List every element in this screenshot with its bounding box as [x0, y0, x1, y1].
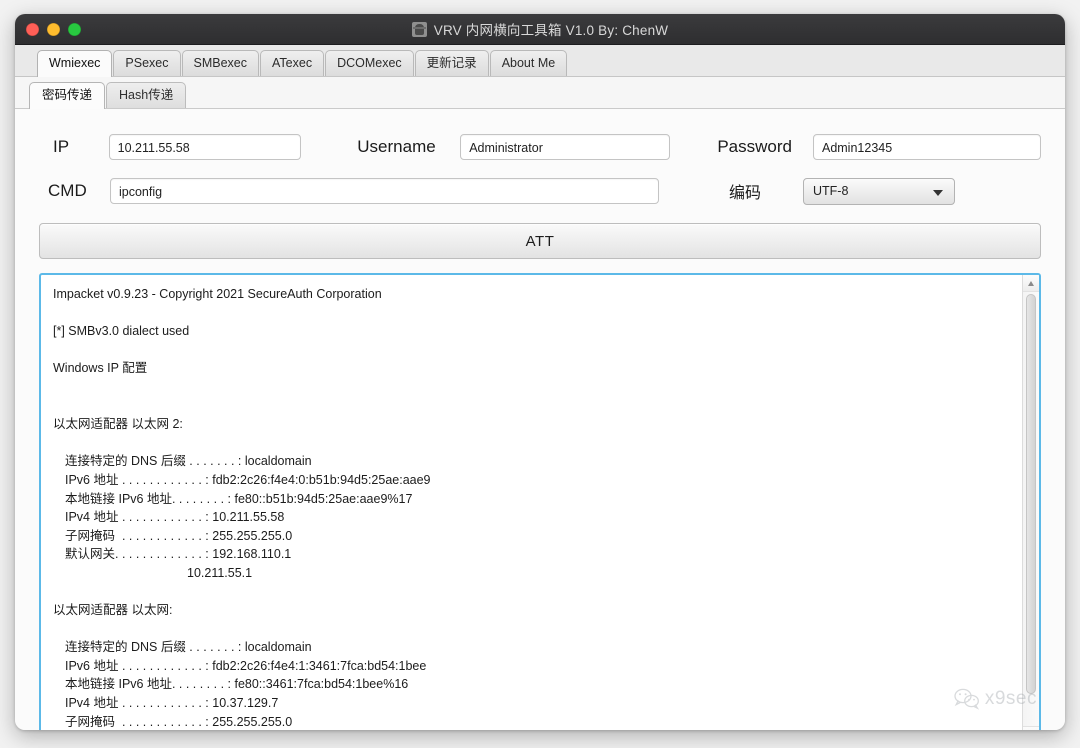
scrollbar-track[interactable] — [1023, 292, 1039, 726]
encoding-selected-value: UTF-8 — [813, 183, 849, 198]
tab-about-me[interactable]: About Me — [489, 50, 568, 76]
console-output-panel: Impacket v0.9.23 - Copyright 2021 Secure… — [39, 273, 1041, 730]
title-bar-center: VRV 内网横向工具箱 V1.0 By: ChenW — [15, 19, 1065, 39]
password-label: Password — [717, 137, 792, 156]
title-bar: VRV 内网横向工具箱 V1.0 By: ChenW — [15, 14, 1065, 45]
ip-label: IP — [53, 137, 70, 156]
app-icon — [411, 21, 427, 37]
sub-tab-bar: 密码传递 Hash传递 — [15, 77, 1065, 109]
tab-wmiexec[interactable]: Wmiexec — [37, 50, 113, 77]
ip-input[interactable]: 10.211.55.58 — [108, 134, 301, 160]
tab-smbexec[interactable]: SMBexec — [181, 50, 259, 76]
close-button[interactable] — [26, 22, 39, 36]
tab-atexec[interactable]: ATexec — [260, 50, 325, 76]
console-output-text[interactable]: Impacket v0.9.23 - Copyright 2021 Secure… — [41, 275, 1021, 730]
console-line: Impacket v0.9.23 - Copyright 2021 Secure… — [53, 287, 382, 301]
attack-button[interactable]: ATT — [39, 223, 1041, 259]
username-label: Username — [357, 137, 436, 156]
encoding-select[interactable]: UTF-8 — [803, 177, 955, 205]
console-line: 默认网关. . . . . . . . . . . . . : 192.168.… — [65, 547, 292, 562]
console-line: IPv6 地址 . . . . . . . . . . . . : fdb2:2… — [65, 658, 427, 673]
console-line: 本地链接 IPv6 地址. . . . . . . . : fe80::b51b… — [65, 491, 413, 506]
scrollbar-thumb[interactable] — [1026, 294, 1036, 694]
console-line: 以太网适配器 以太网 2: — [53, 417, 183, 432]
tab-psexec[interactable]: PSexec — [113, 50, 181, 76]
screenshot-root: VRV 内网横向工具箱 V1.0 By: ChenW Wmiexec PSexe… — [0, 0, 1080, 748]
form-row-command: CMD ipconfig 编码 UTF-8 — [39, 169, 1041, 213]
chevron-down-icon — [933, 189, 943, 196]
encoding-label: 编码 — [728, 185, 761, 202]
password-input[interactable]: Admin12345 — [812, 134, 1042, 160]
console-line: IPv6 地址 . . . . . . . . . . . . : fdb2:2… — [65, 472, 431, 487]
subtab-password-auth[interactable]: 密码传递 — [29, 82, 106, 109]
cmd-label: CMD — [48, 181, 87, 200]
console-line: IPv4 地址 . . . . . . . . . . . . : 10.211… — [65, 510, 285, 525]
username-input[interactable]: Administrator — [460, 134, 671, 160]
console-line: 连接特定的 DNS 后缀 . . . . . . . : localdomain — [65, 640, 312, 655]
console-line: [*] SMBv3.0 dialect used — [53, 324, 190, 339]
minimize-button[interactable] — [47, 22, 60, 36]
scroll-down-arrow-icon[interactable] — [1023, 726, 1039, 730]
main-tab-bar: Wmiexec PSexec SMBexec ATexec DCOMexec 更… — [15, 45, 1065, 77]
console-line: IPv4 地址 . . . . . . . . . . . . : 10.37.… — [65, 696, 279, 711]
zoom-button[interactable] — [68, 22, 81, 36]
application-window: VRV 内网横向工具箱 V1.0 By: ChenW Wmiexec PSexe… — [15, 14, 1065, 730]
console-line: Windows IP 配置 — [53, 361, 148, 376]
cmd-input[interactable]: ipconfig — [110, 178, 659, 204]
console-line: 子网掩码 . . . . . . . . . . . . : 255.255.2… — [65, 528, 293, 543]
console-line: 10.211.55.1 — [187, 565, 253, 580]
tab-update-log[interactable]: 更新记录 — [414, 50, 489, 76]
window-controls — [26, 22, 81, 36]
console-line: 以太网适配器 以太网: — [53, 603, 173, 618]
console-scrollbar[interactable] — [1022, 275, 1039, 730]
console-line: 本地链接 IPv6 地址. . . . . . . . : fe80::3461… — [65, 677, 409, 692]
form-row-connection: IP 10.211.55.58 Username Administrator P… — [39, 125, 1042, 169]
subtab-hash-auth[interactable]: Hash传递 — [106, 82, 187, 108]
console-line: 连接特定的 DNS 后缀 . . . . . . . : localdomain — [65, 454, 312, 469]
tab-dcomexec[interactable]: DCOMexec — [325, 50, 414, 76]
scroll-up-arrow-icon[interactable] — [1023, 275, 1039, 292]
console-line: 子网掩码 . . . . . . . . . . . . : 255.255.2… — [65, 714, 293, 729]
credentials-form: IP 10.211.55.58 Username Administrator P… — [15, 109, 1065, 213]
window-title: VRV 内网横向工具箱 V1.0 By: ChenW — [433, 23, 669, 38]
content-panel: 密码传递 Hash传递 IP 10.211.55.58 Username Adm… — [15, 77, 1065, 730]
